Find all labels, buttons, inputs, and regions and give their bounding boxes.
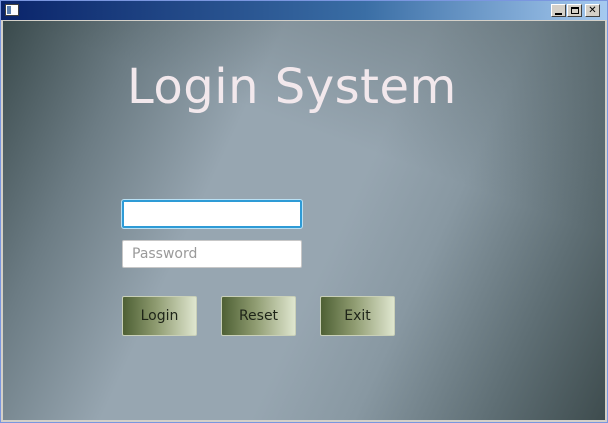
maximize-icon <box>570 7 579 14</box>
username-input[interactable] <box>122 200 302 228</box>
reset-button[interactable]: Reset <box>221 296 296 336</box>
close-button[interactable]: ✕ <box>585 4 600 17</box>
minimize-icon <box>555 12 562 15</box>
password-input[interactable] <box>122 240 302 268</box>
close-icon: ✕ <box>588 4 597 16</box>
exit-button[interactable]: Exit <box>320 296 395 336</box>
title-bar[interactable]: ✕ <box>1 1 607 20</box>
page-title: Login System <box>127 59 457 115</box>
minimize-button[interactable] <box>551 4 566 17</box>
login-panel: Login System Login Reset Exit <box>3 21 605 420</box>
login-button[interactable]: Login <box>122 296 197 336</box>
login-window: ✕ Login System Login Reset Exit <box>0 0 608 423</box>
maximize-button[interactable] <box>567 4 582 17</box>
app-icon[interactable] <box>5 4 19 16</box>
